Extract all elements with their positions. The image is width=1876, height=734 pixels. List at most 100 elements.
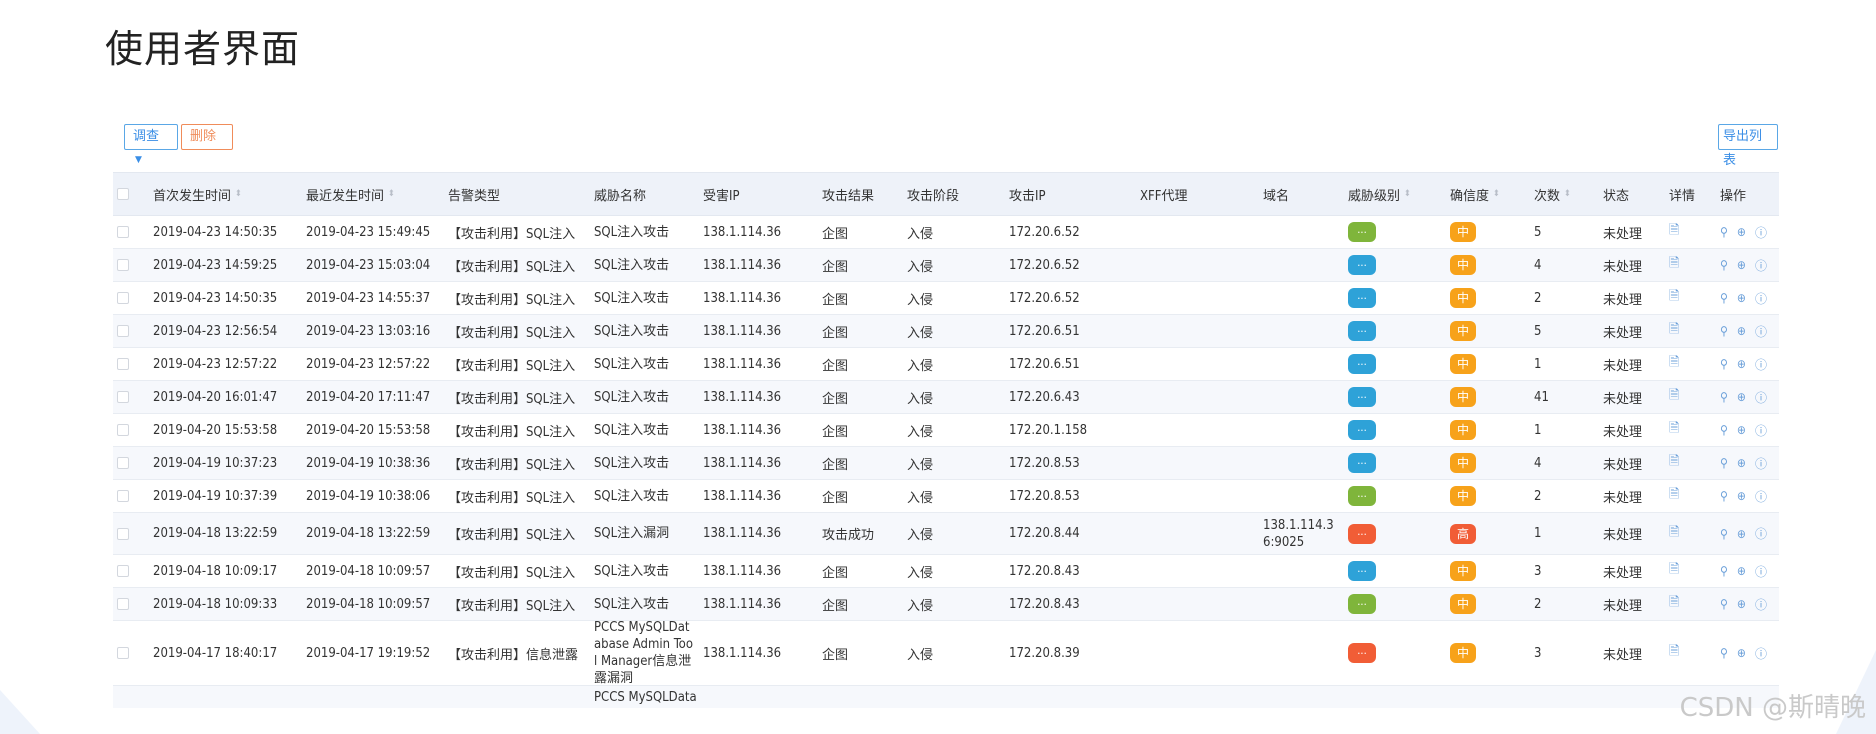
document-icon[interactable]: 🗎	[1669, 452, 1679, 474]
search-icon[interactable]: ⚲	[1720, 527, 1728, 541]
table-row[interactable]: 2019-04-18 10:09:17 2019-04-18 10:09:57 【攻…	[113, 555, 1779, 588]
select-all-checkbox[interactable]	[117, 188, 129, 200]
search-icon[interactable]: ⚲	[1720, 597, 1728, 611]
column-header-confidence[interactable]: 确信度 ⬍	[1450, 173, 1500, 215]
row-checkbox[interactable]	[117, 598, 129, 610]
info-icon[interactable]: ⓘ	[1755, 525, 1767, 542]
add-icon[interactable]: ⊕	[1737, 357, 1746, 371]
row-checkbox[interactable]	[117, 490, 129, 502]
search-icon[interactable]: ⚲	[1720, 423, 1728, 437]
cell-text: 172.20.8.39	[1009, 645, 1080, 661]
investigate-dropdown-button[interactable]: 调查 ▼	[124, 124, 178, 165]
add-icon[interactable]: ⊕	[1737, 597, 1746, 611]
info-icon[interactable]: ⓘ	[1755, 645, 1767, 662]
search-icon[interactable]: ⚲	[1720, 357, 1728, 371]
row-checkbox[interactable]	[117, 325, 129, 337]
table-row[interactable]: 2019-04-23 14:50:35 2019-04-23 15:49:45 【攻…	[113, 216, 1779, 249]
document-icon[interactable]: 🗎	[1669, 419, 1679, 441]
info-icon[interactable]: ⓘ	[1755, 455, 1767, 472]
table-row[interactable]: 2019-04-20 15:53:58 2019-04-20 15:53:58 【攻…	[113, 414, 1779, 447]
row-checkbox[interactable]	[117, 292, 129, 304]
info-icon[interactable]: ⓘ	[1755, 224, 1767, 241]
search-icon[interactable]: ⚲	[1720, 489, 1728, 503]
search-icon[interactable]: ⚲	[1720, 258, 1728, 272]
document-icon[interactable]: 🗎	[1669, 485, 1679, 507]
document-icon[interactable]: 🗎	[1669, 386, 1679, 408]
add-icon[interactable]: ⊕	[1737, 646, 1746, 660]
column-header-count[interactable]: 次数 ⬍	[1534, 173, 1571, 215]
search-icon[interactable]: ⚲	[1720, 324, 1728, 338]
row-checkbox[interactable]	[117, 457, 129, 469]
add-icon[interactable]: ⊕	[1737, 456, 1746, 470]
add-icon[interactable]: ⊕	[1737, 564, 1746, 578]
confidence-badge: 中	[1450, 594, 1476, 614]
sort-icon[interactable]: ⬍	[235, 189, 242, 199]
row-checkbox[interactable]	[117, 358, 129, 370]
row-checkbox[interactable]	[117, 391, 129, 403]
add-icon[interactable]: ⊕	[1737, 225, 1746, 239]
column-header-threat[interactable]: 威胁级别 ⬍	[1348, 173, 1411, 215]
sort-icon[interactable]: ⬍	[1404, 189, 1411, 199]
search-icon[interactable]: ⚲	[1720, 456, 1728, 470]
document-icon[interactable]: 🗎	[1669, 353, 1679, 375]
table-row[interactable]: 2019-04-20 16:01:47 2019-04-20 17:11:47 【攻…	[113, 381, 1779, 414]
cell-threat: ...	[1348, 414, 1376, 446]
sort-icon[interactable]: ⬍	[388, 189, 395, 199]
info-icon[interactable]: ⓘ	[1755, 257, 1767, 274]
row-checkbox[interactable]	[117, 527, 129, 540]
row-checkbox[interactable]	[117, 259, 129, 271]
sort-icon[interactable]: ⬍	[1493, 189, 1500, 199]
cell-text: SQL注入漏洞	[594, 526, 670, 541]
add-icon[interactable]: ⊕	[1737, 390, 1746, 404]
add-icon[interactable]: ⊕	[1737, 489, 1746, 503]
document-icon[interactable]: 🗎	[1669, 287, 1679, 309]
info-icon[interactable]: ⓘ	[1755, 290, 1767, 307]
table-row[interactable]: 2019-04-23 14:50:35 2019-04-23 14:55:37 【攻…	[113, 282, 1779, 315]
search-icon[interactable]: ⚲	[1720, 390, 1728, 404]
info-icon[interactable]: ⓘ	[1755, 356, 1767, 373]
document-icon[interactable]: 🗎	[1669, 523, 1679, 545]
table-row[interactable]: 2019-04-19 10:37:39 2019-04-19 10:38:06 【攻…	[113, 480, 1779, 513]
search-icon[interactable]: ⚲	[1720, 564, 1728, 578]
document-icon[interactable]: 🗎	[1669, 560, 1679, 582]
table-row[interactable]: 2019-04-19 10:37:23 2019-04-19 10:38:36 【攻…	[113, 447, 1779, 480]
delete-button[interactable]: 删除	[181, 124, 233, 150]
table-row[interactable]: 2019-04-23 12:56:54 2019-04-23 13:03:16 【攻…	[113, 315, 1779, 348]
info-icon[interactable]: ⓘ	[1755, 596, 1767, 613]
search-icon[interactable]: ⚲	[1720, 291, 1728, 305]
sort-icon[interactable]: ⬍	[1564, 189, 1571, 199]
document-icon[interactable]: 🗎	[1669, 320, 1679, 342]
info-icon[interactable]: ⓘ	[1755, 563, 1767, 580]
row-checkbox[interactable]	[117, 565, 129, 577]
add-icon[interactable]: ⊕	[1737, 291, 1746, 305]
cell-count: 2	[1534, 282, 1541, 314]
add-icon[interactable]: ⊕	[1737, 527, 1746, 541]
info-icon[interactable]: ⓘ	[1755, 389, 1767, 406]
info-icon[interactable]: ⓘ	[1755, 422, 1767, 439]
cell-domain	[1263, 216, 1337, 248]
row-checkbox[interactable]	[117, 226, 129, 238]
document-icon[interactable]: 🗎	[1669, 221, 1679, 243]
add-icon[interactable]: ⊕	[1737, 324, 1746, 338]
search-icon[interactable]: ⚲	[1720, 225, 1728, 239]
export-list-button[interactable]: 导出列表	[1718, 124, 1778, 168]
row-checkbox[interactable]	[117, 647, 129, 659]
document-icon[interactable]: 🗎	[1669, 642, 1679, 664]
cell-text: 138.1.114.36	[703, 323, 782, 339]
search-icon[interactable]: ⚲	[1720, 646, 1728, 660]
table-row[interactable]: 2019-04-18 13:22:59 2019-04-18 13:22:59 【攻…	[113, 513, 1779, 555]
cell-threat: ...	[1348, 555, 1376, 587]
info-icon[interactable]: ⓘ	[1755, 488, 1767, 505]
row-checkbox[interactable]	[117, 424, 129, 436]
document-icon[interactable]: 🗎	[1669, 593, 1679, 615]
add-icon[interactable]: ⊕	[1737, 258, 1746, 272]
table-row[interactable]: 2019-04-17 18:40:17 2019-04-17 19:19:52 【攻…	[113, 620, 1779, 686]
document-icon[interactable]: 🗎	[1669, 254, 1679, 276]
add-icon[interactable]: ⊕	[1737, 423, 1746, 437]
table-row[interactable]: 2019-04-18 10:09:33 2019-04-18 10:09:57 【攻…	[113, 588, 1779, 621]
column-header-last[interactable]: 最近发生时间 ⬍	[306, 173, 395, 215]
column-header-first[interactable]: 首次发生时间 ⬍	[153, 173, 242, 215]
table-row[interactable]: 2019-04-23 14:59:25 2019-04-23 15:03:04 【攻…	[113, 249, 1779, 282]
table-row[interactable]: 2019-04-23 12:57:22 2019-04-23 12:57:22 【攻…	[113, 348, 1779, 381]
info-icon[interactable]: ⓘ	[1755, 323, 1767, 340]
